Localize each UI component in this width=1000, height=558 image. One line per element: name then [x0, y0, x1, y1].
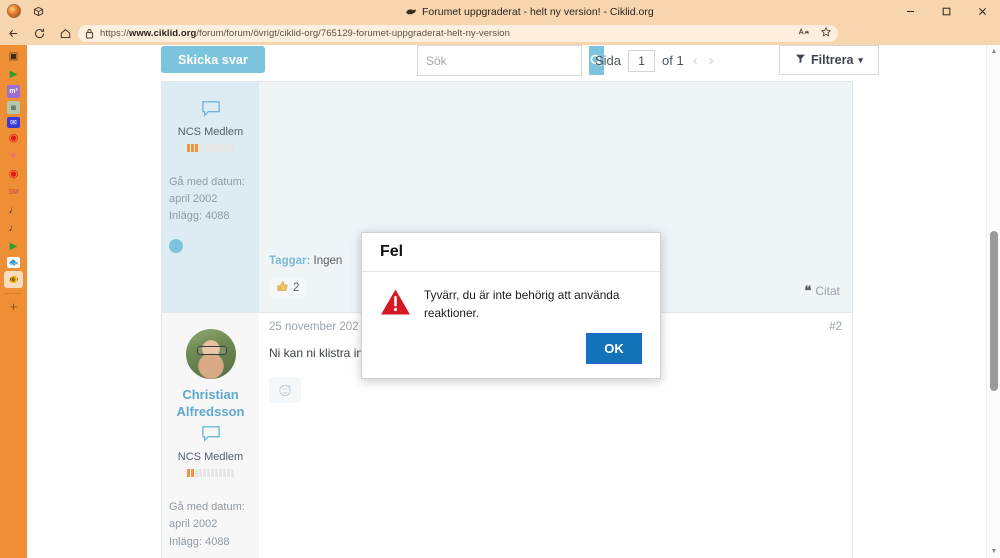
edgebar-item-play-green-2-icon[interactable]: ▶ — [4, 239, 23, 254]
avatar[interactable] — [185, 329, 236, 379]
funnel-icon — [795, 53, 806, 67]
browser-window: Forumet uppgraderat - helt ny version! -… — [0, 0, 1000, 558]
dialog-message: Tyvärr, du är inte behörig att använda r… — [424, 288, 620, 320]
page-label: Sida — [595, 53, 622, 68]
dialog-ok-button[interactable]: OK — [586, 333, 642, 365]
author-rating-bar — [187, 469, 234, 478]
browser-title-bar: Forumet uppgraderat - helt ny version! -… — [0, 0, 1000, 22]
post-date: 25 november 202 — [269, 321, 359, 333]
close-button[interactable] — [964, 0, 1000, 22]
pagination: Sida of 1 ‹ › — [595, 45, 716, 76]
edgebar-item-browser-essentials-icon[interactable]: ▣ — [4, 49, 23, 64]
add-reaction-icon[interactable] — [269, 377, 301, 403]
error-dialog: Fel Tyvärr, du är inte behörig att använ… — [361, 232, 661, 380]
edgebar-item-ciklid-site-icon[interactable]: 🐠 — [4, 271, 23, 288]
edgebar-item-record-red-2-icon[interactable]: ◉ — [4, 167, 23, 182]
web-page-viewport: Skicka svar Sida of 1 ‹ › — [27, 45, 1000, 558]
address-bar[interactable]: https://www.ciklid.org/forum/forum/övrig… — [78, 25, 838, 42]
dialog-title: Fel — [362, 233, 660, 272]
minimize-button[interactable] — [892, 0, 928, 22]
filter-label: Filtrera — [811, 53, 854, 67]
reload-icon[interactable] — [26, 22, 52, 45]
back-icon[interactable] — [0, 22, 26, 45]
page-number-input[interactable] — [628, 49, 656, 72]
edgebar-item-record-red-icon[interactable]: ◉ — [4, 131, 23, 146]
prev-page-button[interactable]: ‹ — [691, 52, 700, 69]
edgebar-item-music-note-2-icon[interactable]: ♩ — [4, 221, 23, 236]
chevron-down-icon: ▾ — [858, 54, 863, 65]
tab-favicon-fish-icon — [406, 9, 416, 15]
author-rank: NCS Medlem — [177, 126, 244, 138]
tab-title: Forumet uppgraderat - helt ny version! -… — [422, 5, 654, 18]
edgebar-item-purple-app-icon[interactable]: m² — [7, 85, 20, 98]
next-page-button[interactable]: › — [707, 52, 716, 69]
speech-bubble-icon — [201, 100, 221, 123]
author-rating-bar — [187, 144, 234, 153]
author-post-count: Inlägg: 4088 — [169, 210, 230, 223]
forum-page: Skicka svar Sida of 1 ‹ › — [27, 45, 986, 558]
forum-toolbar: Skicka svar Sida of 1 ‹ › — [27, 45, 986, 82]
post-author-sidebar: Christian Alfredsson NCS Medlem Gå med d… — [162, 313, 259, 558]
edgebar-item-music-note-icon[interactable]: ♩ — [4, 203, 23, 218]
author-username[interactable]: Christian Alfredsson — [169, 387, 252, 420]
author-joined-date: Gå med datum: april 2002 — [169, 176, 245, 206]
online-status-dot — [169, 239, 183, 254]
reaction-thumbs-up[interactable]: 2 — [269, 278, 307, 298]
tab-collections-icon[interactable] — [31, 4, 45, 18]
edgebar-item-fish-red-icon[interactable]: 🐟 — [7, 257, 20, 268]
thumbs-up-icon — [276, 280, 289, 296]
favorite-star-icon[interactable] — [820, 25, 832, 43]
author-rank: NCS Medlem — [177, 451, 244, 464]
browser-app-icon — [7, 4, 21, 18]
tags-label: Taggar: — [269, 255, 311, 267]
warning-triangle-icon — [380, 288, 411, 322]
read-aloud-icon[interactable] — [798, 25, 810, 43]
edgebar-item-camera-app-icon[interactable]: ◙ — [7, 101, 20, 114]
lock-icon — [85, 28, 94, 39]
edgebar-item-sm-text-icon[interactable]: SM — [4, 185, 23, 200]
reaction-count: 2 — [293, 282, 300, 294]
edgebar-item-play-green-icon[interactable]: ▶ — [4, 67, 23, 82]
window-controls — [892, 0, 1000, 22]
quote-mark-icon: ❝ — [804, 283, 812, 298]
address-bar-url: https://www.ciklid.org/forum/forum/övrig… — [100, 28, 510, 39]
post-number: #2 — [829, 321, 842, 333]
page-total-label: of 1 — [662, 53, 684, 68]
scrollbar-thumb[interactable] — [990, 231, 998, 391]
page-scrollbar[interactable]: ▲ ▼ — [986, 45, 1000, 558]
author-post-count: Inlägg: 4088 — [169, 535, 230, 548]
search-input[interactable] — [418, 46, 589, 75]
post-tags: Taggar: Ingen — [269, 255, 342, 267]
author-stats: Gå med datum: april 2002 Inlägg: 4088 — [169, 499, 252, 550]
browser-nav-bar: https://www.ciklid.org/forum/forum/övrig… — [0, 22, 1000, 61]
author-stats: Gå med datum: april 2002 Inlägg: 4088 — [169, 174, 252, 225]
scroll-up-arrow-icon[interactable]: ▲ — [987, 45, 1000, 58]
edgebar-add-button[interactable]: + — [4, 299, 23, 314]
forum-search — [417, 45, 604, 76]
filter-dropdown-button[interactable]: Filtrera ▾ — [779, 45, 879, 75]
speech-bubble-icon — [201, 425, 221, 448]
home-icon[interactable] — [52, 22, 78, 45]
quote-label: Citat — [815, 284, 840, 298]
edgebar-divider — [5, 293, 22, 294]
browser-tab[interactable]: Forumet uppgraderat - helt ny version! -… — [398, 2, 662, 21]
post-author-sidebar: NCS Medlem Gå med datum: april 2002 Inlä… — [162, 82, 259, 312]
edgebar-item-heart-icon[interactable]: ♥ — [4, 149, 23, 164]
edgebar-item-mail-app-icon[interactable]: ✉ — [7, 117, 20, 128]
maximize-button[interactable] — [928, 0, 964, 22]
edge-app-sidebar: ▣ ▶ m² ◙ ✉ ◉ ♥ ◉ SM ♩ ♩ ▶ 🐟 🐠 + — [0, 45, 27, 558]
quote-button[interactable]: ❝ Citat — [804, 283, 840, 299]
scroll-down-arrow-icon[interactable]: ▼ — [987, 545, 1000, 558]
send-reply-button[interactable]: Skicka svar — [161, 46, 265, 73]
author-joined-date: Gå med datum: april 2002 — [169, 501, 245, 531]
tags-value: Ingen — [313, 255, 343, 267]
